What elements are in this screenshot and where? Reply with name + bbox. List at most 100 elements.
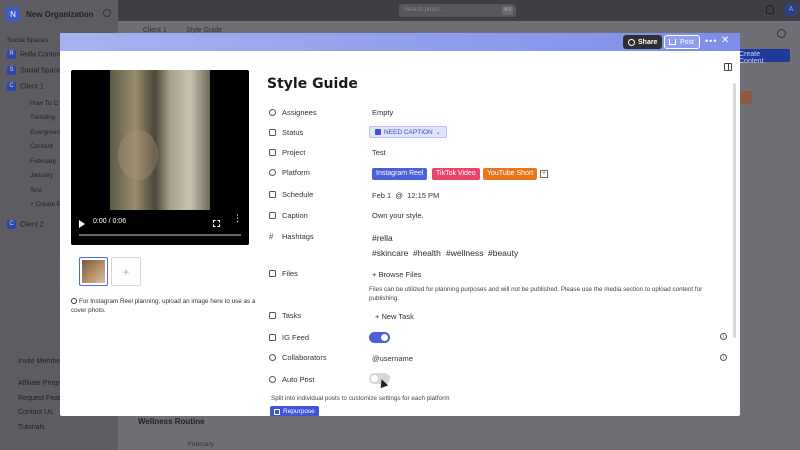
- status-dropdown[interactable]: NEED CAPTION ⌄: [369, 126, 447, 138]
- sidebar-sub-item[interactable]: January: [30, 172, 53, 179]
- search-input[interactable]: Search posts... ⌘K: [399, 4, 516, 17]
- collaborators-icon: [269, 354, 276, 361]
- card-title: Wellness Routine: [138, 417, 205, 426]
- gear-icon[interactable]: [103, 9, 111, 17]
- plus-icon: +: [122, 264, 130, 279]
- hashtag[interactable]: #skincare: [372, 248, 408, 258]
- sidebar-sub-item[interactable]: How To C: [30, 100, 58, 107]
- sidebar-item-rella-content[interactable]: R Rella Content: [7, 50, 62, 59]
- users-icon: [269, 109, 276, 116]
- hashtags-label: # Hashtags: [269, 232, 314, 241]
- sidebar-sub-item[interactable]: Content: [30, 143, 53, 150]
- sidebar-sub-item[interactable]: Test: [30, 187, 42, 194]
- more-vertical-icon[interactable]: ⋮: [233, 214, 242, 223]
- assignees-label: Assignees: [269, 108, 317, 117]
- post-title[interactable]: Style Guide: [267, 76, 358, 92]
- assignees-value[interactable]: Empty: [372, 108, 393, 117]
- thumbnail-image: [82, 260, 105, 283]
- files-note: Files can be utilized for planning purpo…: [369, 286, 703, 302]
- hashtag[interactable]: #beauty: [488, 248, 518, 258]
- auto-post-label: Auto Post: [269, 375, 315, 384]
- hashtag[interactable]: #wellness: [446, 248, 483, 258]
- org-name: New Organization: [26, 9, 94, 19]
- info-icon: [71, 298, 77, 305]
- sidebar-toggle-icon[interactable]: [724, 63, 732, 71]
- ig-feed-label: IG Feed: [269, 333, 309, 342]
- caption-value[interactable]: Own your style.: [372, 211, 424, 220]
- status-label: Status: [269, 128, 303, 137]
- platform-tag-instagram-reel[interactable]: Instagram Reel: [372, 168, 428, 180]
- repurpose-button[interactable]: Repurpose: [270, 406, 319, 416]
- tasks-icon: [269, 312, 276, 319]
- add-media-button[interactable]: +: [111, 257, 141, 286]
- video-time: 0:00 / 0:06: [93, 218, 127, 225]
- hashtag[interactable]: #health: [413, 248, 441, 258]
- bell-icon[interactable]: [766, 5, 774, 14]
- top-bar: Search posts... ⌘K A: [118, 0, 800, 21]
- sidebar-create-link[interactable]: + Create P: [30, 201, 61, 208]
- sidebar-sub-item[interactable]: Evergreen: [30, 129, 60, 136]
- platform-tag-youtube-short[interactable]: YouTube Short: [483, 168, 538, 180]
- globe-icon: [628, 38, 635, 46]
- orange-marker: [738, 91, 752, 104]
- card-month: February: [188, 441, 215, 448]
- ig-feed-toggle[interactable]: [369, 332, 390, 343]
- video-controls: [71, 209, 249, 245]
- sidebar-item-social-space[interactable]: S Social Space: [7, 66, 61, 75]
- more-menu-button[interactable]: •••: [705, 36, 717, 46]
- section-label: Social Spaces: [7, 37, 49, 44]
- caption-icon: [269, 212, 276, 219]
- sidebar-sub-item[interactable]: February: [30, 158, 56, 165]
- cover-photo-note: For Instagram Reel planning, upload an i…: [71, 298, 256, 314]
- sidebar-sub-item[interactable]: Trending: [30, 114, 55, 121]
- schedule-label: Schedule: [269, 190, 313, 199]
- project-value[interactable]: Test: [372, 148, 386, 157]
- info-icon[interactable]: i: [720, 354, 727, 361]
- collaborators-input[interactable]: @username: [372, 354, 413, 363]
- tasks-label: Tasks: [269, 311, 301, 320]
- close-button[interactable]: ✕: [721, 35, 729, 46]
- add-platform-icon[interactable]: +: [540, 170, 548, 178]
- calendar-icon: [269, 191, 276, 198]
- contact-us-link[interactable]: Contact Us: [18, 409, 53, 416]
- grid-icon: [269, 334, 276, 341]
- platform-icon: [269, 169, 276, 176]
- video-frame: [110, 70, 210, 210]
- media-thumbnail[interactable]: [79, 257, 108, 286]
- settings-icon[interactable]: [777, 29, 786, 38]
- video-player[interactable]: 0:00 / 0:06 ⋮: [71, 70, 249, 245]
- post-button[interactable]: Post: [664, 35, 700, 49]
- schedule-value[interactable]: Feb 1 @ 12:15 PM: [372, 191, 439, 200]
- avatar[interactable]: A: [784, 3, 798, 17]
- sidebar-item-client-1[interactable]: C Client 1: [7, 82, 44, 91]
- files-label: Files: [269, 269, 298, 278]
- platform-tag-tiktok-video[interactable]: TikTok Video: [432, 168, 480, 180]
- collaborators-label: Collaborators: [269, 353, 327, 362]
- layers-icon: [274, 408, 280, 415]
- upload-icon: [669, 39, 676, 45]
- org-switcher[interactable]: N New Organization: [6, 6, 94, 22]
- hashtag[interactable]: #rella: [372, 233, 393, 243]
- play-icon[interactable]: [79, 220, 85, 228]
- create-content-button[interactable]: Create Content: [735, 49, 790, 65]
- status-icon: [269, 129, 276, 136]
- shortcut-badge: ⌘K: [502, 6, 513, 15]
- chevron-down-icon: ⌄: [435, 129, 441, 136]
- toggle-knob: [371, 375, 378, 382]
- tutorials-link[interactable]: Tutorials: [18, 424, 45, 431]
- browse-files-button[interactable]: + Browse Files: [372, 270, 421, 279]
- info-icon[interactable]: i: [720, 333, 727, 340]
- scrollbar[interactable]: [733, 83, 736, 338]
- platform-label: Platform: [269, 168, 310, 177]
- post-detail-modal: Share Post ••• ✕ 0:00 / 0:06 ⋮ + For Ins…: [60, 33, 740, 416]
- project-label: Project: [269, 148, 305, 157]
- files-icon: [269, 270, 276, 277]
- fullscreen-icon[interactable]: [213, 220, 220, 227]
- invite-members-link[interactable]: Invite Members: [18, 358, 66, 365]
- video-progress-bar[interactable]: [79, 234, 241, 236]
- sidebar-item-client-2[interactable]: C Client 2: [7, 220, 44, 229]
- caption-label: Caption: [269, 211, 308, 220]
- new-task-button[interactable]: + New Task: [375, 312, 414, 321]
- folder-icon: [269, 149, 276, 156]
- share-button[interactable]: Share: [623, 35, 663, 49]
